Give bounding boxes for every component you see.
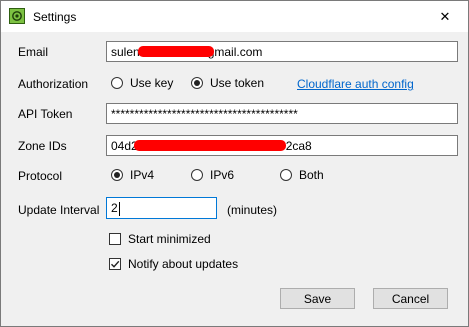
close-button[interactable]: ✕ [422,1,468,32]
save-button[interactable]: Save [280,288,355,309]
title-bar[interactable]: Settings ✕ [1,1,468,32]
protocol-label: Protocol [18,169,63,183]
window-title: Settings [33,10,77,24]
update-interval-unit: (minutes) [227,203,278,217]
cancel-button[interactable]: Cancel [373,288,448,309]
email-label: Email [18,45,49,59]
update-interval-input[interactable]: 2 [106,197,217,219]
radio-use-token-label: Use token [210,76,265,90]
app-icon [9,8,25,24]
radio-circle [280,169,292,181]
radio-use-token[interactable]: Use token [191,76,264,90]
radio-use-key-label: Use key [130,76,174,90]
radio-circle [191,169,203,181]
radio-use-key[interactable]: Use key [111,76,173,90]
notify-updates-checkbox[interactable]: Notify about updates [109,257,238,271]
radio-circle-selected [191,77,203,89]
update-interval-label: Update Interval [18,203,100,217]
checkbox-box [109,233,121,245]
radio-ipv4-label: IPv4 [130,168,155,182]
checkmark-icon [111,260,120,268]
radio-circle-selected [111,169,123,181]
start-minimized-label: Start minimized [128,232,211,246]
cloudflare-auth-config-link[interactable]: Cloudflare auth config [297,77,414,91]
settings-window: Settings ✕ Email sulen gmail.com Authoriz… [0,0,469,327]
radio-ipv6[interactable]: IPv6 [191,168,234,182]
checkbox-box-checked [109,258,121,270]
radio-both-label: Both [299,168,324,182]
zone-ids-redaction [134,140,286,151]
radio-ipv6-label: IPv6 [210,168,235,182]
api-token-value: **************************************** [111,107,298,121]
update-interval-value: 2 [111,201,118,215]
radio-circle [111,77,123,89]
email-value-prefix: sulen [111,45,140,59]
start-minimized-checkbox[interactable]: Start minimized [109,232,211,246]
email-value-suffix: gmail.com [207,45,263,59]
api-token-label: API Token [18,107,73,121]
api-token-field[interactable]: **************************************** [106,103,458,124]
email-redaction [138,46,214,57]
close-icon: ✕ [439,8,451,24]
notify-updates-label: Notify about updates [128,257,239,271]
radio-both[interactable]: Both [280,168,324,182]
zone-ids-value-suffix: 2ca8 [285,139,312,153]
zone-ids-label: Zone IDs [18,139,67,153]
radio-ipv4[interactable]: IPv4 [111,168,154,182]
text-cursor [118,201,120,216]
authorization-label: Authorization [18,77,89,91]
